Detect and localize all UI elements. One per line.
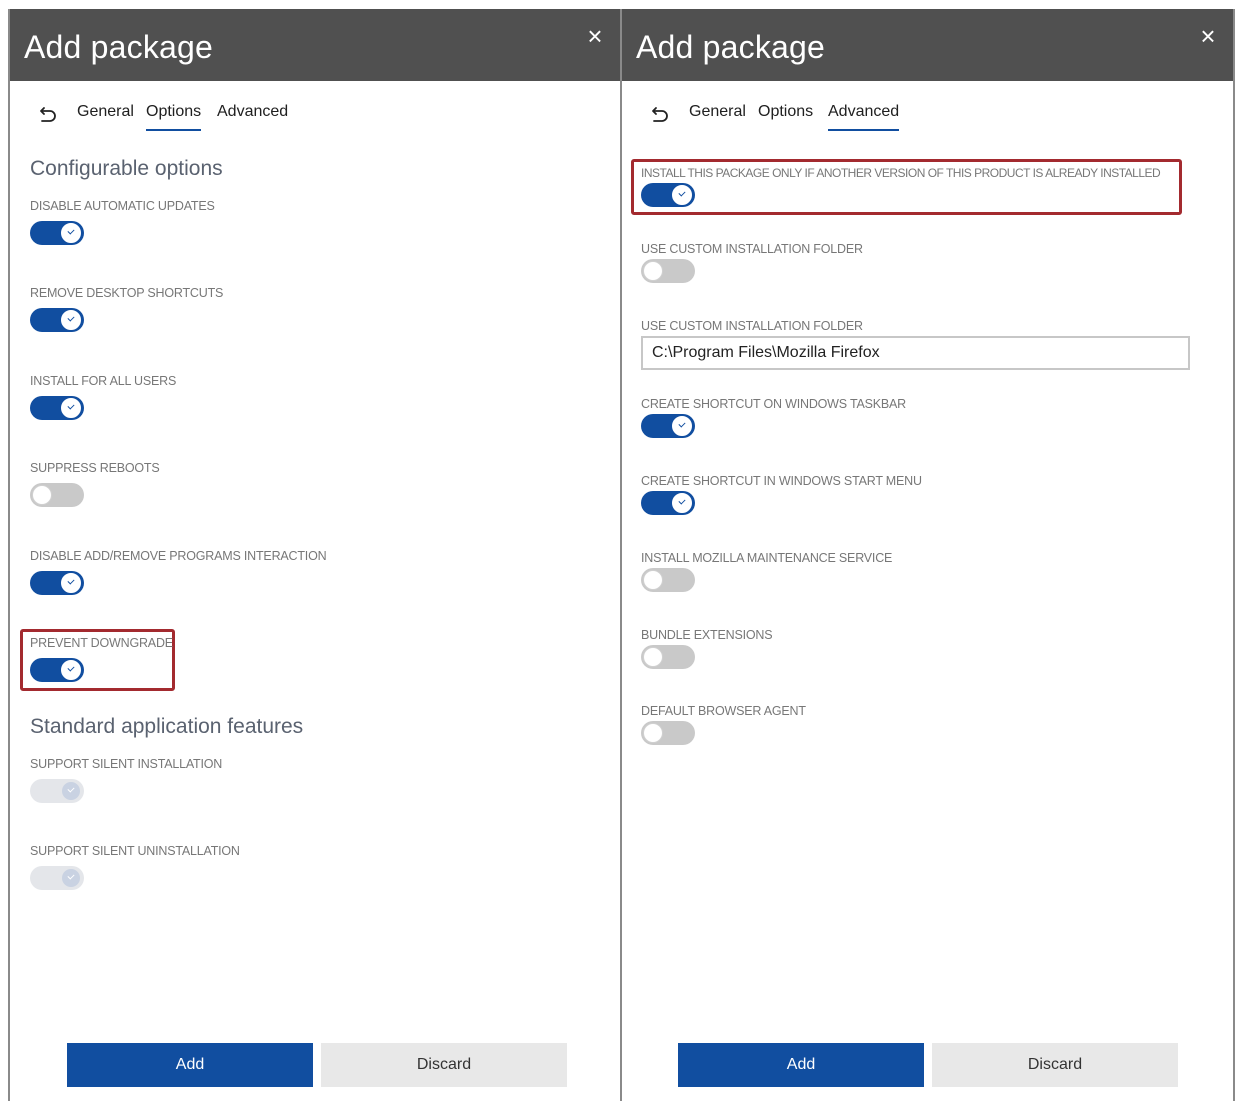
toggle-suppress-reboots[interactable]: [30, 483, 84, 507]
toggle-install-only-if-another-version[interactable]: [641, 183, 695, 207]
option-label-use-custom-installation-folder: USE CUSTOM INSTALLATION FOLDER: [641, 242, 863, 256]
toggle-use-custom-installation-folder[interactable]: [641, 259, 695, 283]
check-icon: [678, 497, 686, 505]
toggle-knob: [672, 416, 692, 436]
options-panel: Add package × General Options Advanced C…: [8, 9, 622, 1101]
section-title-configurable-options: Configurable options: [30, 157, 223, 180]
toggle-create-shortcut-taskbar[interactable]: [641, 414, 695, 438]
toggle-knob: [61, 781, 81, 801]
toggle-default-browser-agent[interactable]: [641, 721, 695, 745]
option-label-create-shortcut-start-menu: CREATE SHORTCUT IN WINDOWS START MENU: [641, 474, 922, 488]
toggle-install-for-all-users[interactable]: [30, 396, 84, 420]
toggle-knob: [643, 261, 663, 281]
toggle-remove-desktop-shortcuts[interactable]: [30, 308, 84, 332]
section-title-standard-application-features: Standard application features: [30, 715, 304, 738]
toggle-knob: [672, 185, 692, 205]
toggle-install-mozilla-maintenance-service[interactable]: [641, 568, 695, 592]
option-label-custom-installation-folder-path: USE CUSTOM INSTALLATION FOLDER: [641, 319, 863, 333]
toggle-create-shortcut-start-menu[interactable]: [641, 491, 695, 515]
toggle-knob: [61, 660, 81, 680]
toggle-knob: [61, 398, 81, 418]
add-button[interactable]: Add: [67, 1043, 313, 1087]
toggle-knob: [61, 310, 81, 330]
option-label-disable-automatic-updates: DISABLE AUTOMATIC UPDATES: [30, 199, 215, 213]
option-label-create-shortcut-taskbar: CREATE SHORTCUT ON WINDOWS TASKBAR: [641, 397, 906, 411]
discard-button[interactable]: Discard: [321, 1043, 567, 1087]
toggle-support-silent-installation: [30, 779, 84, 803]
close-icon[interactable]: ×: [582, 23, 608, 49]
toggle-disable-automatic-updates[interactable]: [30, 221, 84, 245]
toggle-knob: [643, 570, 663, 590]
check-icon: [67, 227, 75, 235]
toggle-knob: [61, 223, 81, 243]
toggle-knob: [643, 647, 663, 667]
check-icon: [67, 314, 75, 322]
check-icon: [678, 189, 686, 197]
toggle-knob: [61, 573, 81, 593]
tab-advanced[interactable]: Advanced: [828, 103, 900, 131]
option-label-remove-desktop-shortcuts: REMOVE DESKTOP SHORTCUTS: [30, 286, 224, 300]
option-label-prevent-downgrade: PREVENT DOWNGRADE: [30, 636, 173, 650]
toggle-knob: [61, 868, 81, 888]
advanced-panel: Add package × General Options Advanced I…: [620, 9, 1235, 1101]
option-label-support-silent-uninstallation: SUPPORT SILENT UNINSTALLATION: [30, 844, 240, 858]
toggle-prevent-downgrade[interactable]: [30, 658, 84, 682]
check-icon: [67, 402, 75, 410]
option-label-default-browser-agent: DEFAULT BROWSER AGENT: [641, 704, 806, 718]
toggle-bundle-extensions[interactable]: [641, 645, 695, 669]
panel-title: Add package: [24, 29, 214, 65]
option-label-install-only-if-another-version: INSTALL THIS PACKAGE ONLY IF ANOTHER VER…: [641, 166, 1161, 180]
check-icon: [67, 785, 75, 793]
toggle-knob: [32, 485, 52, 505]
tab-advanced[interactable]: Advanced: [217, 103, 288, 129]
toggle-knob: [672, 493, 692, 513]
option-label-install-mozilla-maintenance-service: INSTALL MOZILLA MAINTENANCE SERVICE: [641, 551, 893, 565]
discard-button[interactable]: Discard: [932, 1043, 1178, 1087]
panel-title: Add package: [636, 29, 826, 65]
back-icon[interactable]: [650, 103, 672, 125]
close-icon[interactable]: ×: [1195, 23, 1221, 49]
option-label-install-for-all-users: INSTALL FOR ALL USERS: [30, 374, 177, 388]
installation-folder-input[interactable]: [641, 336, 1190, 370]
check-icon: [678, 420, 686, 428]
panel-titlebar: Add package ×: [622, 9, 1233, 81]
option-label-disable-add-remove-programs-interaction: DISABLE ADD/REMOVE PROGRAMS INTERACTION: [30, 549, 327, 563]
back-icon[interactable]: [38, 103, 60, 125]
option-label-bundle-extensions: BUNDLE EXTENSIONS: [641, 628, 773, 642]
check-icon: [67, 664, 75, 672]
check-icon: [67, 577, 75, 585]
option-label-suppress-reboots: SUPPRESS REBOOTS: [30, 461, 160, 475]
tab-options[interactable]: Options: [146, 103, 202, 131]
panel-titlebar: Add package ×: [10, 9, 620, 81]
tab-general[interactable]: General: [689, 103, 746, 129]
check-icon: [67, 872, 75, 880]
option-label-support-silent-installation: SUPPORT SILENT INSTALLATION: [30, 757, 223, 771]
toggle-knob: [643, 723, 663, 743]
tab-general[interactable]: General: [77, 103, 134, 129]
toggle-disable-add-remove-programs-interaction[interactable]: [30, 571, 84, 595]
toggle-support-silent-uninstallation: [30, 866, 84, 890]
add-button[interactable]: Add: [678, 1043, 924, 1087]
tab-options[interactable]: Options: [758, 103, 813, 129]
